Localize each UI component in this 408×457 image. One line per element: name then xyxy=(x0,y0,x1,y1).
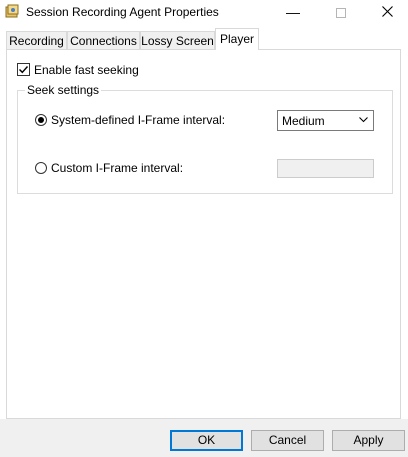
maximize-icon xyxy=(336,4,346,20)
tab-lossy-screen[interactable]: Lossy Screen xyxy=(140,31,215,49)
cancel-button[interactable]: Cancel xyxy=(251,430,324,451)
apply-button[interactable]: Apply xyxy=(332,430,405,451)
tab-recording[interactable]: Recording xyxy=(6,31,67,49)
window-title: Session Recording Agent Properties xyxy=(26,5,219,19)
app-icon xyxy=(5,4,20,19)
close-icon xyxy=(381,3,393,20)
chevron-down-icon xyxy=(359,117,368,123)
close-button[interactable] xyxy=(364,0,408,24)
seek-settings-title: Seek settings xyxy=(25,83,102,97)
system-defined-label: System-defined I-Frame interval: xyxy=(51,113,226,127)
enable-fast-seeking-label: Enable fast seeking xyxy=(34,63,139,77)
checkmark-icon xyxy=(19,66,29,74)
seek-settings-group xyxy=(17,90,393,194)
minimize-button[interactable]: — xyxy=(270,0,316,24)
minimize-icon: — xyxy=(286,4,300,20)
system-defined-radio[interactable] xyxy=(35,114,47,126)
iframe-interval-dropdown[interactable]: Medium xyxy=(277,110,374,131)
enable-fast-seeking-checkbox[interactable] xyxy=(17,63,30,76)
custom-interval-label: Custom I-Frame interval: xyxy=(51,161,184,175)
radio-selected-dot xyxy=(38,117,44,123)
tab-connections[interactable]: Connections xyxy=(67,31,140,49)
iframe-interval-value: Medium xyxy=(282,114,325,128)
maximize-button[interactable] xyxy=(318,0,364,24)
custom-interval-input[interactable] xyxy=(277,159,374,178)
ok-button[interactable]: OK xyxy=(170,430,243,451)
custom-interval-radio[interactable] xyxy=(35,162,47,174)
tab-player[interactable]: Player xyxy=(215,28,259,50)
